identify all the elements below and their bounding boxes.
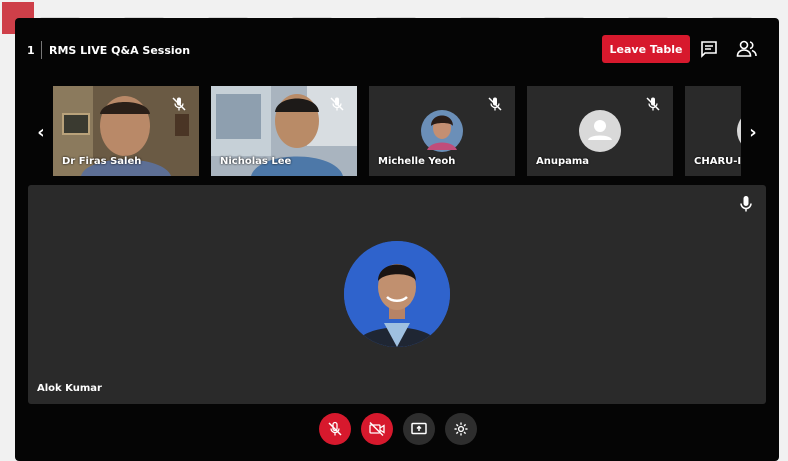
active-speaker-stage[interactable]: Alok Kumar	[28, 185, 766, 404]
participant-tile[interactable]: Dr Firas Saleh	[53, 86, 199, 176]
header-divider	[41, 41, 42, 59]
participant-name: Nicholas Lee	[220, 156, 292, 167]
leave-table-button[interactable]: Leave Table	[602, 35, 690, 63]
participant-tile[interactable]: Nicholas Lee	[211, 86, 357, 176]
participant-name: Michelle Yeoh	[378, 156, 456, 167]
mute-toggle-button[interactable]	[319, 413, 351, 445]
session-title: RMS LIVE Q&A Session	[49, 44, 191, 57]
mic-on-icon	[738, 195, 754, 213]
camera-off-icon	[369, 421, 385, 437]
participant-name: Anupama	[536, 156, 590, 167]
scroll-right-arrow[interactable]: ›	[746, 122, 760, 143]
scroll-left-arrow[interactable]: ‹	[34, 122, 48, 143]
participant-name: CHARU-I	[694, 156, 741, 167]
mic-off-icon	[328, 421, 342, 436]
screen-share-button[interactable]	[403, 413, 435, 445]
settings-button[interactable]	[445, 413, 477, 445]
participants-icon[interactable]	[736, 39, 757, 59]
mic-off-icon	[645, 96, 661, 112]
speaker-name: Alok Kumar	[37, 383, 102, 394]
meeting-modal: 1 RMS LIVE Q&A Session Leave Table ‹ › D…	[15, 18, 779, 461]
participant-name: Dr Firas Saleh	[62, 156, 142, 167]
participant-tile[interactable]: CHARU-I	[685, 86, 741, 176]
mic-off-icon	[171, 96, 187, 112]
mic-off-icon	[487, 96, 503, 112]
mic-off-icon	[329, 96, 345, 112]
participant-tile[interactable]: Michelle Yeoh	[369, 86, 515, 176]
participant-tile[interactable]: Anupama	[527, 86, 673, 176]
screen-share-icon	[411, 422, 427, 435]
table-number: 1	[27, 44, 35, 57]
camera-toggle-button[interactable]	[361, 413, 393, 445]
participant-strip: Dr Firas Saleh Nicholas Lee Michelle Yeo…	[53, 86, 741, 176]
meeting-header: 1 RMS LIVE Q&A Session Leave Table	[15, 18, 779, 82]
chat-icon[interactable]	[699, 39, 719, 59]
speaker-avatar	[344, 241, 450, 347]
settings-icon	[454, 422, 468, 436]
